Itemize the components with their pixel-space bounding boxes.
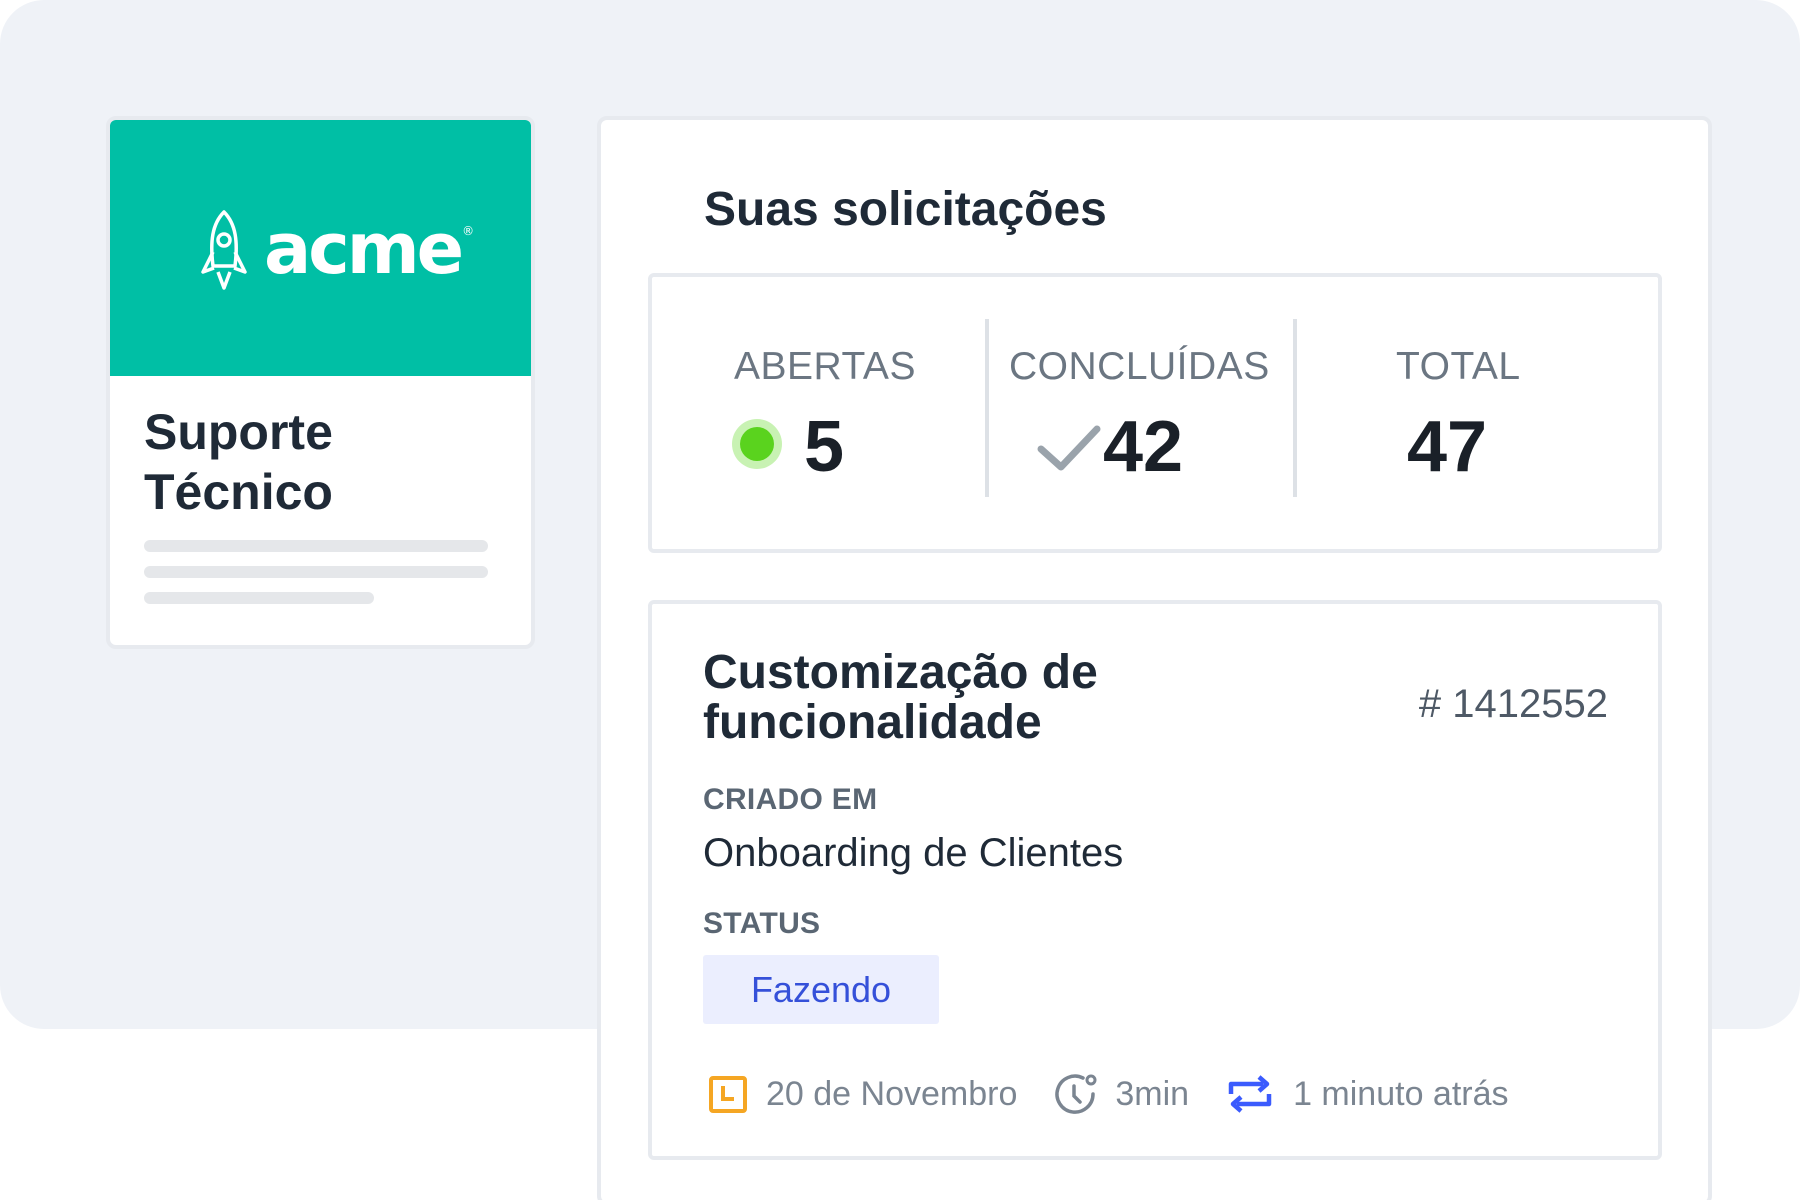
stat-open-label: ABERTAS (734, 345, 916, 388)
logo-wordmark: acme (264, 208, 464, 290)
meta-duration-text: 3min (1115, 1074, 1190, 1113)
placeholder-line (144, 566, 488, 578)
meta-updated-text: 1 minuto atrás (1293, 1074, 1509, 1113)
ticket-meta: 20 de Novembro 3min 1 minuto atrás (708, 1069, 1545, 1119)
portal-title: Suporte Técnico (144, 404, 333, 520)
stat-done-value: 42 (1103, 407, 1184, 487)
check-icon (1037, 425, 1101, 471)
placeholder-line (144, 592, 374, 604)
registered-mark: ® (462, 224, 475, 238)
refresh-icon (1228, 1075, 1272, 1113)
stat-done[interactable]: CONCLUÍDAS 42 (989, 277, 1293, 549)
stat-open-value: 5 (804, 407, 845, 487)
calendar-icon (709, 1076, 747, 1113)
meta-updated: 1 minuto atrás (1225, 1074, 1509, 1114)
status-dot-icon (732, 419, 782, 469)
status-label: STATUS (703, 907, 821, 940)
support-portal-card[interactable]: acme ® Suporte Técnico (106, 116, 535, 649)
page-title: Suas solicitações (704, 183, 1107, 236)
meta-duration: 3min (1053, 1072, 1189, 1116)
stat-open[interactable]: ABERTAS 5 (652, 277, 982, 549)
status-badge[interactable]: Fazendo (703, 955, 939, 1024)
acme-logo: acme ® (198, 208, 474, 298)
placeholder-line (144, 540, 488, 552)
stat-total-value: 47 (1407, 407, 1488, 487)
meta-date-text: 20 de Novembro (766, 1074, 1018, 1113)
stat-total-label: TOTAL (1396, 345, 1521, 388)
ticket-card[interactable]: Customização de funcionalidade # 1412552… (648, 600, 1662, 1160)
ticket-id: # 1412552 (1418, 682, 1608, 726)
timer-icon (1055, 1074, 1097, 1114)
created-in-value: Onboarding de Clientes (703, 831, 1124, 875)
rocket-icon (201, 210, 247, 290)
stat-done-label: CONCLUÍDAS (1009, 345, 1270, 388)
stat-total[interactable]: TOTAL 47 (1297, 277, 1662, 549)
meta-date: 20 de Novembro (708, 1074, 1017, 1114)
stats-summary: ABERTAS 5 CONCLUÍDAS 42 TOTAL 47 (648, 273, 1662, 553)
requests-panel: Suas solicitações ABERTAS 5 CONCLUÍDAS 4… (597, 116, 1712, 1200)
created-in-label: CRIADO EM (703, 783, 878, 816)
portal-header: acme ® (110, 120, 531, 376)
ticket-title[interactable]: Customização de funcionalidade (703, 648, 1303, 748)
